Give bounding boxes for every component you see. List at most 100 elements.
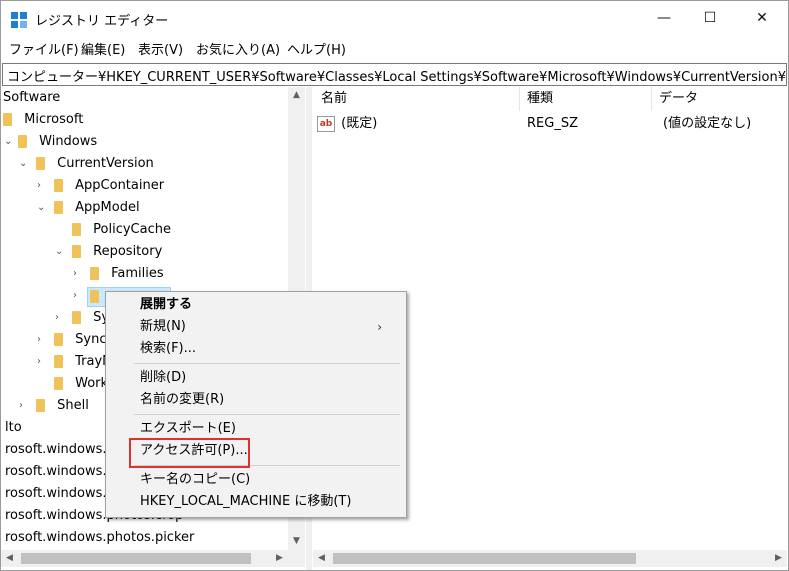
folder-icon xyxy=(36,399,45,412)
tree-item-trayn[interactable]: TrayN xyxy=(54,351,112,373)
tree-item-label: Microsoft xyxy=(24,112,84,127)
scroll-thumb[interactable] xyxy=(333,553,636,564)
scroll-right-icon[interactable]: ▶ xyxy=(770,550,787,567)
registry-editor-window: レジストリ エディター — ☐ ✕ ファイル(F) 編集(E) 表示(V) お気… xyxy=(0,0,789,571)
tree-item-windows-c1[interactable]: rosoft.windows.c xyxy=(5,439,114,461)
column-name[interactable]: 名前 xyxy=(313,87,520,111)
folder-icon xyxy=(72,245,81,258)
folder-icon xyxy=(36,157,45,170)
window-title: レジストリ エディター xyxy=(35,14,169,29)
tree-item-label: rosoft.windows.c xyxy=(5,442,114,457)
menu-file[interactable]: ファイル(F) xyxy=(9,39,79,58)
submenu-arrow-icon: › xyxy=(377,320,382,334)
menu-new-label: 新規(N) xyxy=(140,319,186,334)
address-path[interactable]: コンピューター¥HKEY_CURRENT_USER¥Software¥Class… xyxy=(7,66,786,85)
tree-item-label: PolicyCache xyxy=(93,222,171,237)
tree-item-currentversion[interactable]: CurrentVersion xyxy=(36,153,154,175)
tree-item-label: Repository xyxy=(93,244,163,259)
scroll-right-icon[interactable]: ▶ xyxy=(271,550,288,567)
folder-icon xyxy=(54,377,63,390)
menu-delete[interactable]: 削除(D) xyxy=(140,367,186,389)
tree-item-label: Software xyxy=(3,90,61,105)
folder-icon xyxy=(54,201,63,214)
menu-expand[interactable]: 展開する xyxy=(140,294,192,316)
folder-icon xyxy=(72,311,81,324)
tree-item-appmodel[interactable]: AppModel xyxy=(54,197,140,219)
tree-item-families[interactable]: Families xyxy=(90,263,164,285)
scroll-up-icon[interactable]: ▲ xyxy=(288,87,305,104)
column-data[interactable]: データ xyxy=(651,87,787,111)
scroll-left-icon[interactable]: ◀ xyxy=(1,550,18,567)
menu-rename[interactable]: 名前の変更(R) xyxy=(140,389,224,411)
menu-copy-key-name[interactable]: キー名のコピー(C) xyxy=(140,469,250,491)
tree-item-windows[interactable]: Windows xyxy=(18,131,97,153)
menu-goto-hklm[interactable]: HKEY_LOCAL_MACHINE に移動(T) xyxy=(140,491,351,513)
minimize-button[interactable]: — xyxy=(641,1,687,35)
tree-item-sy[interactable]: Sy xyxy=(72,307,109,329)
tree-item-appcontainer[interactable]: AppContainer xyxy=(54,175,164,197)
tree-item-label: CurrentVersion xyxy=(57,156,154,171)
maximize-button[interactable]: ☐ xyxy=(687,1,733,35)
folder-icon xyxy=(90,267,99,280)
tree-item-label: Families xyxy=(111,266,164,281)
string-value-icon: ab xyxy=(317,115,335,132)
menu-view[interactable]: 表示(V) xyxy=(138,39,183,58)
tree-item-lto[interactable]: lto xyxy=(5,417,22,439)
chevron-right-icon[interactable]: › xyxy=(19,395,23,417)
menu-export[interactable]: エクスポート(E) xyxy=(140,418,236,440)
scroll-down-icon[interactable]: ▼ xyxy=(288,533,305,550)
scroll-thumb[interactable] xyxy=(21,553,251,564)
tree-item-windows-c3[interactable]: rosoft.windows.c xyxy=(5,483,114,505)
chevron-right-icon[interactable]: › xyxy=(37,351,41,373)
value-type: REG_SZ xyxy=(527,116,578,131)
tree-item-work[interactable]: Work xyxy=(54,373,108,395)
scroll-left-icon[interactable]: ◀ xyxy=(313,550,330,567)
menu-separator xyxy=(134,363,400,364)
chevron-down-icon[interactable]: ⌄ xyxy=(4,131,12,153)
tree-item-policycache[interactable]: PolicyCache xyxy=(72,219,171,241)
tree-item-label: lto xyxy=(5,420,22,435)
menu-favorites[interactable]: お気に入り(A) xyxy=(196,39,280,58)
tree-item-shell[interactable]: Shell xyxy=(36,395,89,417)
value-row[interactable]: ab (既定) xyxy=(317,113,377,135)
chevron-right-icon[interactable]: › xyxy=(37,329,41,351)
folder-icon xyxy=(54,179,63,192)
folder-icon xyxy=(90,290,99,303)
tree-item-label: rosoft.windows.photos.picker xyxy=(5,530,195,545)
values-horizontal-scrollbar[interactable]: ◀ ▶ xyxy=(313,550,787,567)
tree-item-label: Work xyxy=(75,376,109,391)
tree-item-photos-picker[interactable]: rosoft.windows.photos.picker xyxy=(5,527,194,549)
chevron-down-icon[interactable]: ⌄ xyxy=(37,197,45,219)
chevron-down-icon[interactable]: ⌄ xyxy=(19,153,27,175)
folder-icon xyxy=(18,135,27,148)
column-type[interactable]: 種類 xyxy=(519,87,652,111)
tree-item-repository[interactable]: Repository xyxy=(72,241,162,263)
folder-icon xyxy=(54,333,63,346)
menu-new[interactable]: 新規(N) › xyxy=(140,316,394,338)
scroll-corner xyxy=(288,550,305,567)
tree-item-software[interactable]: Software xyxy=(3,87,60,109)
menu-edit[interactable]: 編集(E) xyxy=(81,39,125,58)
menu-find[interactable]: 検索(F)... xyxy=(140,338,196,360)
tree-item-microsoft[interactable]: Microsoft xyxy=(3,109,83,131)
tree-item-label: rosoft.windows.c xyxy=(5,464,114,479)
menu-bar: ファイル(F) 編集(E) 表示(V) お気に入り(A) ヘルプ(H) xyxy=(1,37,788,59)
address-bar[interactable]: コンピューター¥HKEY_CURRENT_USER¥Software¥Class… xyxy=(2,63,787,86)
tree-item-label: Windows xyxy=(39,134,98,149)
tree-item-windows-c2[interactable]: rosoft.windows.c xyxy=(5,461,114,483)
close-button[interactable]: ✕ xyxy=(739,1,785,35)
chevron-right-icon[interactable]: › xyxy=(37,175,41,197)
chevron-right-icon[interactable]: › xyxy=(73,285,77,307)
tree-horizontal-scrollbar[interactable]: ◀ ▶ xyxy=(1,550,288,567)
tree-item-label: Shell xyxy=(57,398,89,413)
folder-icon xyxy=(3,113,12,126)
chevron-down-icon[interactable]: ⌄ xyxy=(55,241,63,263)
value-name: (既定) xyxy=(341,116,378,131)
value-data: (値の設定なし) xyxy=(663,116,752,131)
folder-icon xyxy=(72,223,81,236)
title-bar: レジストリ エディター — ☐ ✕ xyxy=(1,1,788,37)
chevron-right-icon[interactable]: › xyxy=(55,307,59,329)
chevron-right-icon[interactable]: › xyxy=(73,263,77,285)
menu-help[interactable]: ヘルプ(H) xyxy=(287,39,346,58)
tree-item-label: AppModel xyxy=(75,200,140,215)
